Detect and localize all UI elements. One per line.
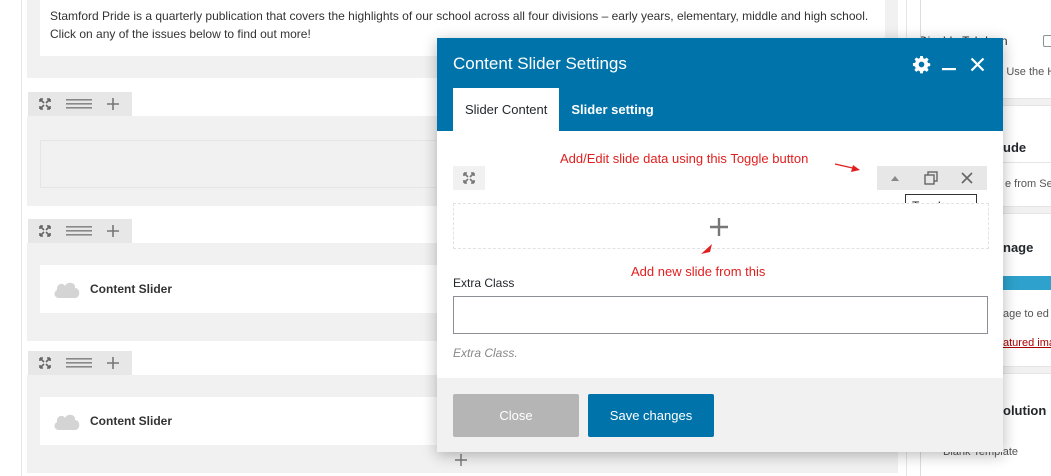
- tab-slider-content[interactable]: Slider Content: [453, 88, 560, 131]
- close-button[interactable]: Close: [453, 394, 579, 437]
- disable-tab-icon-checkbox[interactable]: [1043, 35, 1051, 47]
- add-slide-plus-icon[interactable]: [707, 215, 731, 239]
- add-slide-annotation: Add new slide from this: [631, 264, 766, 279]
- include-heading: ude: [1003, 140, 1027, 155]
- param-group-toolbar: [453, 166, 989, 190]
- minimize-icon[interactable]: [939, 54, 959, 74]
- close-icon[interactable]: [967, 54, 987, 74]
- caret-up-icon: [891, 176, 899, 181]
- use-header-text: Use the H: [1006, 66, 1051, 78]
- row-toolbar: [28, 92, 132, 116]
- save-changes-button[interactable]: Save changes: [588, 394, 714, 437]
- extra-class-input[interactable]: [453, 296, 988, 334]
- include-panel-heading[interactable]: ude: [1003, 140, 1051, 155]
- expand-icon[interactable]: [28, 92, 62, 116]
- element-label: Content Slider: [90, 414, 173, 428]
- featured-image-link[interactable]: atured ima: [1003, 337, 1051, 349]
- expand-icon[interactable]: [453, 166, 485, 190]
- expand-icon[interactable]: [28, 219, 62, 243]
- left-gutter: [0, 0, 22, 476]
- gear-icon[interactable]: [911, 54, 931, 74]
- clone-icon: [924, 171, 938, 185]
- toggle-row-button[interactable]: [877, 166, 913, 190]
- clone-row-button[interactable]: [913, 166, 949, 190]
- cloud-icon: [54, 414, 80, 430]
- image-heading: nage: [1003, 240, 1034, 255]
- modal-tabs: Slider Content Slider setting: [453, 88, 666, 131]
- resolution-heading: olution: [1003, 403, 1047, 418]
- featured-image-link-row: atured ima: [1003, 335, 1051, 349]
- x-icon: [961, 172, 973, 184]
- row-controls: [877, 166, 987, 190]
- delete-row-button[interactable]: [949, 166, 985, 190]
- include-text: e from Se: [1005, 178, 1051, 190]
- row-toolbar: [28, 219, 132, 243]
- annotation-arrow-icon: [701, 244, 712, 254]
- tab-slider-setting[interactable]: Slider setting: [559, 88, 665, 131]
- drag-handle-icon[interactable]: [62, 351, 96, 375]
- add-column-icon[interactable]: [96, 92, 130, 116]
- add-column-icon[interactable]: [96, 351, 130, 375]
- modal-title: Content Slider Settings: [453, 54, 627, 73]
- extra-class-help: Extra Class.: [453, 346, 518, 360]
- drag-handle-icon[interactable]: [62, 92, 96, 116]
- toggle-annotation: Add/Edit slide data using this Toggle bu…: [560, 151, 809, 166]
- drag-handle-icon[interactable]: [62, 219, 96, 243]
- modal-footer: Close Save changes: [437, 378, 1003, 452]
- image-panel-heading[interactable]: nage: [1003, 240, 1051, 255]
- modal-header-controls: [911, 54, 987, 74]
- cloud-icon: [54, 282, 80, 298]
- element-label: Content Slider: [90, 282, 173, 296]
- add-row-icon[interactable]: [455, 450, 467, 471]
- use-header-row: Use the H: [1005, 64, 1051, 78]
- expand-icon[interactable]: [28, 351, 62, 375]
- annotation-arrow-icon: [834, 163, 860, 172]
- add-column-icon[interactable]: [96, 219, 130, 243]
- content-slider-settings-modal: Content Slider Settings Slider Content S…: [437, 38, 1003, 452]
- image-text: age to ed: [1003, 308, 1049, 320]
- image-panel-text: age to ed: [1003, 306, 1051, 320]
- extra-class-label: Extra Class: [453, 276, 515, 290]
- modal-header: Content Slider Settings Slider Content S…: [437, 38, 1003, 131]
- resolution-panel-heading[interactable]: olution: [1003, 403, 1051, 418]
- row-toolbar: [28, 351, 132, 375]
- image-placeholder-bar[interactable]: [1000, 276, 1051, 290]
